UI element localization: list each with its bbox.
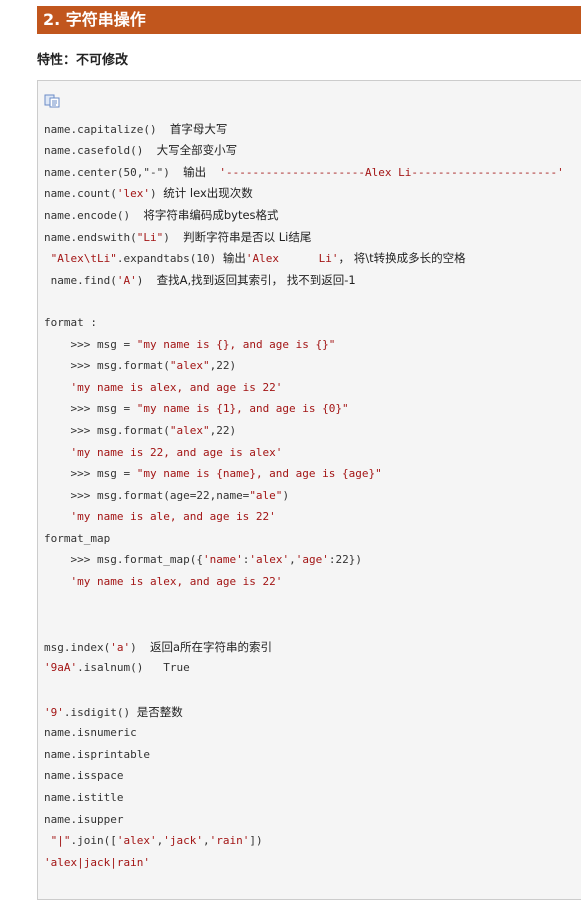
code-line: name.isspace xyxy=(44,769,124,782)
code-line: 'alex|jack|rain' xyxy=(44,856,150,869)
code-line: >>> msg = "my name is {1}, and age is {0… xyxy=(70,402,349,415)
code-line: "|".join(['alex','jack','rain']) xyxy=(50,834,263,847)
code-line: name.isprintable xyxy=(44,748,150,761)
code-line: "Alex\tLi".expandtabs(10) 输出'Alex Li'， 将… xyxy=(50,251,466,265)
code-line: >>> msg.format_map({'name':'alex','age':… xyxy=(70,553,362,566)
code-line: '9aA'.isalnum() True xyxy=(44,661,190,674)
subtitle: 特性：不可修改 xyxy=(37,53,129,68)
code-line: name.endswith("Li") 判断字符串是否以 Li结尾 xyxy=(44,230,312,244)
code-line: >>> msg = "my name is {}, and age is {}" xyxy=(70,338,336,351)
code-line: name.capitalize() 首字母大写 xyxy=(44,122,228,136)
code-line: '9'.isdigit() 是否整数 xyxy=(44,705,183,719)
code-line: format_map xyxy=(44,532,111,545)
code-line: 'my name is ale, and age is 22' xyxy=(70,510,276,523)
code-line: name.encode() 将字符串编码成bytes格式 xyxy=(44,208,279,222)
code-line: name.isupper xyxy=(44,813,124,826)
code-line: 'my name is alex, and age is 22' xyxy=(70,381,283,394)
code-line: format : xyxy=(44,316,97,329)
copy-icon[interactable] xyxy=(44,94,61,108)
code-line: >>> msg.format(age=22,name="ale") xyxy=(70,489,290,502)
code-line: >>> msg.format("alex",22) xyxy=(70,359,237,372)
code-line: 'my name is alex, and age is 22' xyxy=(70,575,283,588)
code-line: name.find('A') 查找A,找到返回其索引， 找不到返回-1 xyxy=(50,273,356,287)
section-title: 2. 字符串操作 xyxy=(37,6,581,34)
code-line: >>> msg = "my name is {name}, and age is… xyxy=(70,467,382,480)
code-line: name.center(50,"-") 输出 '----------------… xyxy=(44,165,564,179)
code-line: 'my name is 22, and age is alex' xyxy=(70,446,283,459)
code-line: >>> msg.format("alex",22) xyxy=(70,424,237,437)
code-line: name.casefold() 大写全部变小写 xyxy=(44,143,238,157)
code-line: msg.index('a') 返回a所在字符串的索引 xyxy=(44,640,273,654)
code-line: name.count('lex') 统计 lex出现次数 xyxy=(44,186,253,200)
code-line: name.istitle xyxy=(44,791,124,804)
code-line: name.isnumeric xyxy=(44,726,137,739)
